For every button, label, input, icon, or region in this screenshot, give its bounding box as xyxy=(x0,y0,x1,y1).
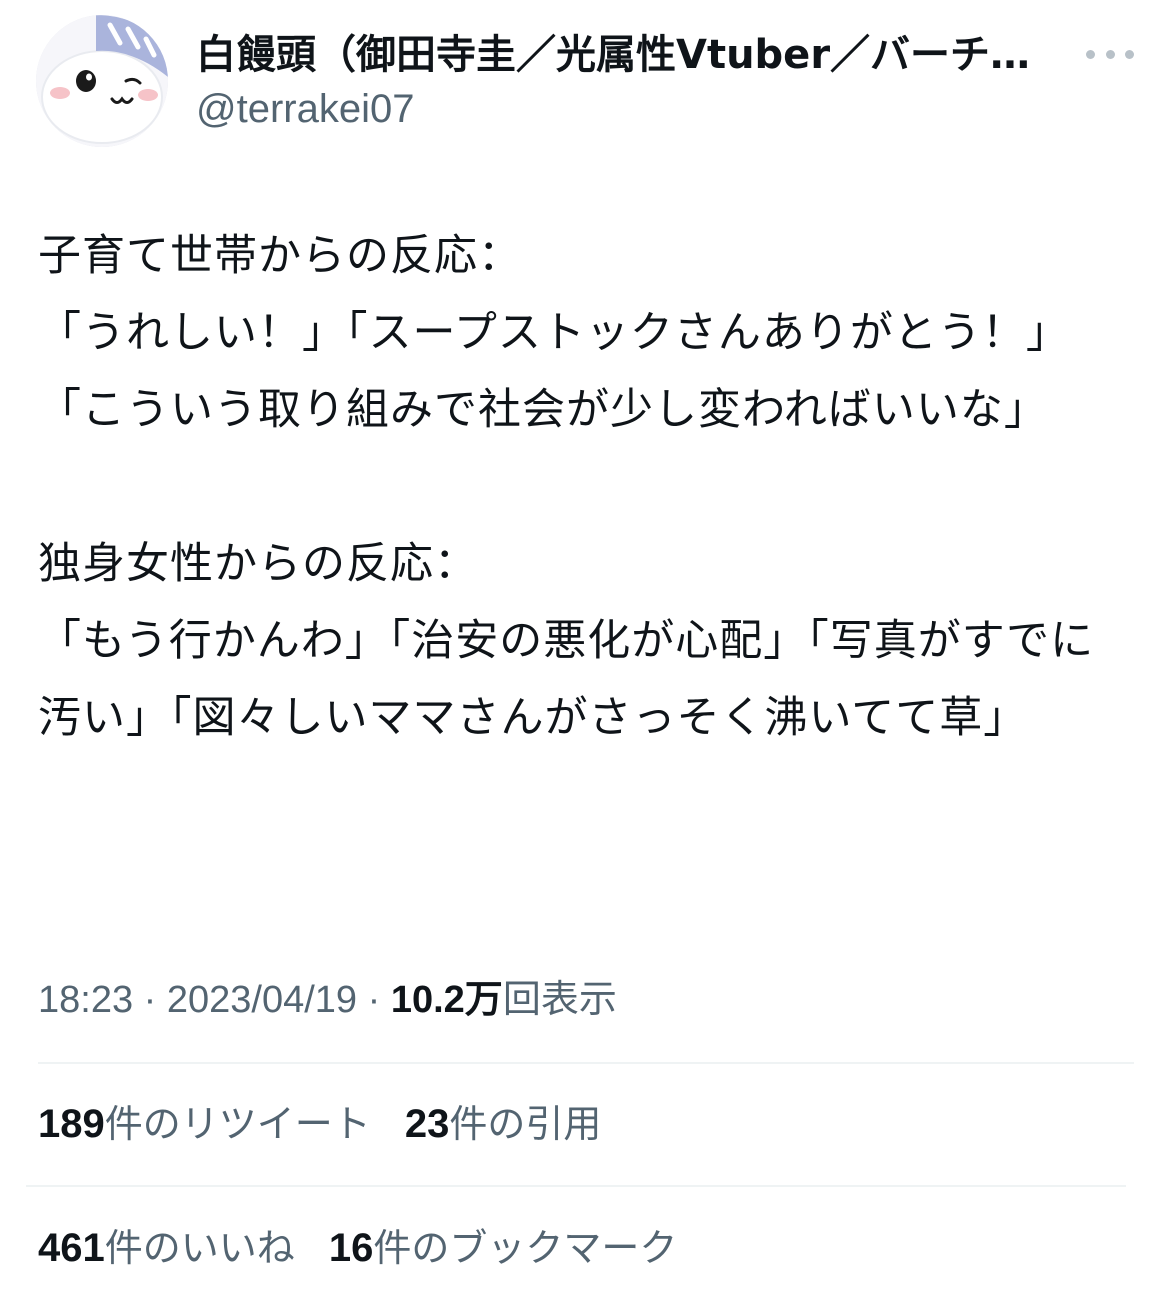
tweet-time[interactable]: 18:23 xyxy=(38,979,133,1021)
bookmarks-count: 16 xyxy=(328,1226,374,1270)
meta-separator: · xyxy=(143,979,167,1021)
tweet-date[interactable]: 2023/04/19 xyxy=(167,979,357,1021)
views-label: 回表示 xyxy=(502,979,617,1021)
tweet-line: 子育て世帯からの反応： xyxy=(38,231,522,281)
views-count: 10.2万 xyxy=(390,979,503,1021)
avatar[interactable] xyxy=(36,15,168,147)
blob-mascot-avatar-icon xyxy=(36,15,168,147)
stats-row-retweets: 189件のリツイート 23件の引用 xyxy=(38,1094,623,1154)
tweet-line: 「うれしい！」「スープストックさんありがとう！」「こういう取り組みで社会が少し変… xyxy=(38,308,1070,435)
quotes-label: 件の引用 xyxy=(449,1102,602,1146)
more-dot xyxy=(1105,49,1115,59)
more-dot xyxy=(1125,49,1134,59)
divider xyxy=(26,1185,1126,1187)
tweet-text: 子育て世帯からの反応： 「うれしい！」「スープストックさんありがとう！」「こうい… xyxy=(38,218,1128,757)
quotes-count: 23 xyxy=(404,1102,450,1146)
bookmarks-stat[interactable]: 16件のブックマーク xyxy=(329,1218,678,1278)
likes-label: 件のいいね xyxy=(104,1226,295,1270)
likes-stat[interactable]: 461件のいいね xyxy=(38,1218,295,1278)
retweets-stat[interactable]: 189件のリツイート xyxy=(38,1094,371,1154)
divider xyxy=(38,1062,1134,1064)
meta-separator: · xyxy=(367,979,391,1021)
user-handle[interactable]: @terrakei07 xyxy=(196,82,414,136)
tweet-line: 「もう行かんわ」「治安の悪化が心配」「写真がすでに汚い」「図々しいママさんがさっ… xyxy=(38,616,1095,743)
stats-row-likes: 461件のいいね 16件のブックマーク xyxy=(38,1218,699,1278)
more-options-button[interactable] xyxy=(1082,34,1138,74)
tweet-header: 白饅頭（御田寺圭／光属性Vtuber／バーチ… @terrakei07 xyxy=(0,0,1170,160)
likes-count: 461 xyxy=(38,1226,105,1270)
tweet-line: 独身女性からの反応： xyxy=(38,539,478,589)
display-name[interactable]: 白饅頭（御田寺圭／光属性Vtuber／バーチ… xyxy=(196,26,1076,84)
bookmarks-label: 件のブックマーク xyxy=(373,1226,678,1270)
retweets-label: 件のリツイート xyxy=(104,1102,371,1146)
quotes-stat[interactable]: 23件の引用 xyxy=(405,1094,602,1154)
tweet-meta: 18:23 · 2023/04/19 · 10.2万回表示 xyxy=(38,970,617,1030)
more-horizontal-icon xyxy=(1086,49,1095,59)
retweets-count: 189 xyxy=(38,1102,105,1146)
